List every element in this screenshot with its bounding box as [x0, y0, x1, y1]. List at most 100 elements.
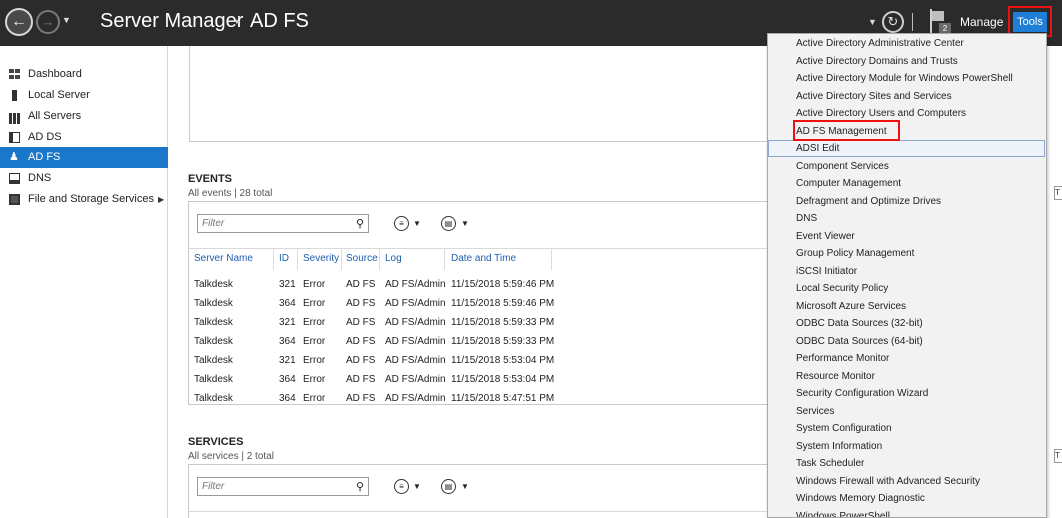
- list-options-chevron-down-icon[interactable]: ▼: [413, 219, 421, 228]
- services-filter-input[interactable]: Filter ⚲: [197, 477, 369, 496]
- save-query-chevron-down-icon[interactable]: ▼: [461, 219, 469, 228]
- dashboard-icon: [9, 69, 21, 80]
- cell-log: AD FS/Admin: [385, 317, 446, 328]
- column-header-source[interactable]: Source: [346, 253, 378, 264]
- breadcrumb-separator-icon: ▸: [236, 16, 241, 26]
- sidebar-item-dns[interactable]: DNS: [0, 168, 168, 189]
- sidebar: Dashboard Local Server All Servers AD DS…: [0, 46, 168, 518]
- back-arrow-icon[interactable]: ←: [5, 8, 33, 36]
- cell-source: AD FS: [346, 393, 376, 404]
- cell-log: AD FS/Admin: [385, 393, 446, 404]
- menu-item[interactable]: Group Policy Management: [796, 245, 914, 262]
- cell-log: AD FS/Admin: [385, 298, 446, 309]
- sidebar-item-dashboard[interactable]: Dashboard: [0, 64, 168, 85]
- list-options-icon[interactable]: ≡: [394, 479, 409, 494]
- menu-item[interactable]: Computer Management: [796, 175, 901, 192]
- sidebar-item-label: Local Server: [28, 89, 90, 101]
- menu-item[interactable]: Event Viewer: [796, 228, 855, 245]
- cell-date-time: 11/15/2018 5:53:04 PM: [451, 374, 555, 385]
- sidebar-item-local-server[interactable]: Local Server: [0, 85, 168, 106]
- menu-item[interactable]: Resource Monitor: [796, 368, 875, 385]
- menu-item[interactable]: Performance Monitor: [796, 350, 889, 367]
- dns-icon: [9, 173, 21, 184]
- sidebar-item-ad-fs[interactable]: ♟ AD FS: [0, 147, 168, 168]
- menu-item[interactable]: Windows Firewall with Advanced Security: [796, 473, 980, 490]
- expand-chevron-right-icon[interactable]: ▶: [158, 189, 164, 210]
- table-top-divider: [189, 248, 787, 249]
- adds-icon: [9, 132, 21, 143]
- app-title: Server Manager: [100, 10, 244, 32]
- save-query-icon[interactable]: ▤: [441, 479, 456, 494]
- cell-source: AD FS: [346, 317, 376, 328]
- menu-item-adsi-edit[interactable]: ADSI Edit: [796, 140, 839, 157]
- cell-severity: Error: [303, 317, 326, 328]
- menu-item[interactable]: Microsoft Azure Services: [796, 298, 906, 315]
- sidebar-item-file-and-storage[interactable]: File and Storage Services ▶: [0, 189, 168, 210]
- menu-item[interactable]: Windows PowerShell: [796, 508, 890, 518]
- refresh-icon[interactable]: ↻: [882, 11, 904, 33]
- tasks-edge-button[interactable]: T: [1054, 186, 1062, 200]
- cell-id: 364: [279, 374, 296, 385]
- notifications-flag-icon[interactable]: 2: [930, 9, 951, 35]
- menu-item[interactable]: Task Scheduler: [796, 455, 864, 472]
- menu-item[interactable]: Defragment and Optimize Drives: [796, 193, 941, 210]
- menu-item[interactable]: ODBC Data Sources (64-bit): [796, 333, 923, 350]
- cell-log: AD FS/Admin: [385, 374, 446, 385]
- menu-item[interactable]: Active Directory Domains and Trusts: [796, 53, 958, 70]
- services-section-title: SERVICES: [188, 436, 244, 448]
- column-separator: [341, 248, 342, 270]
- cell-server-name: Talkdesk: [194, 336, 233, 347]
- storage-icon: [9, 194, 21, 205]
- cell-log: AD FS/Admin: [385, 279, 446, 290]
- history-chevron-down-icon[interactable]: ▼: [62, 15, 71, 25]
- menu-item[interactable]: Active Directory Module for Windows Powe…: [796, 70, 1013, 87]
- menu-item[interactable]: DNS: [796, 210, 817, 227]
- events-filter-input[interactable]: Filter ⚲: [197, 214, 369, 233]
- save-query-icon[interactable]: ▤: [441, 216, 456, 231]
- column-header-date-and-time[interactable]: Date and Time: [451, 253, 516, 264]
- menu-item[interactable]: Security Configuration Wizard: [796, 385, 928, 402]
- cell-severity: Error: [303, 355, 326, 366]
- sidebar-item-label: File and Storage Services: [28, 193, 154, 205]
- menu-item[interactable]: Active Directory Administrative Center: [796, 35, 964, 52]
- cell-date-time: 11/15/2018 5:47:51 PM: [451, 393, 555, 404]
- sidebar-item-ad-ds[interactable]: AD DS: [0, 127, 168, 148]
- cell-source: AD FS: [346, 355, 376, 366]
- events-count-subtitle: All events | 28 total: [188, 188, 273, 199]
- menu-item[interactable]: iSCSI Initiator: [796, 263, 857, 280]
- services-count-subtitle: All services | 2 total: [188, 451, 274, 462]
- menu-item[interactable]: Local Security Policy: [796, 280, 888, 297]
- events-panel: Filter ⚲ ≡ ▼ ▤ ▼ Server Name ID Severity…: [188, 201, 788, 405]
- menu-item[interactable]: System Configuration: [796, 420, 892, 437]
- sidebar-item-label: DNS: [28, 172, 52, 184]
- search-icon[interactable]: ⚲: [356, 217, 364, 230]
- list-options-chevron-down-icon[interactable]: ▼: [413, 482, 421, 491]
- column-header-id[interactable]: ID: [279, 253, 289, 264]
- ad-fs-management-highlight-box: [793, 120, 900, 141]
- cell-severity: Error: [303, 298, 326, 309]
- menu-item[interactable]: ODBC Data Sources (32-bit): [796, 315, 923, 332]
- save-query-chevron-down-icon[interactable]: ▼: [461, 482, 469, 491]
- cell-server-name: Talkdesk: [194, 279, 233, 290]
- menu-item[interactable]: Windows Memory Diagnostic: [796, 490, 925, 507]
- sidebar-item-label: Dashboard: [28, 68, 82, 80]
- menu-item[interactable]: Active Directory Sites and Services: [796, 88, 952, 105]
- cell-date-time: 11/15/2018 5:59:33 PM: [451, 317, 555, 328]
- column-header-log[interactable]: Log: [385, 253, 402, 264]
- sidebar-item-all-servers[interactable]: All Servers: [0, 106, 168, 127]
- menu-item[interactable]: Component Services: [796, 158, 889, 175]
- servers-icon: [9, 111, 21, 124]
- column-header-severity[interactable]: Severity: [303, 253, 339, 264]
- refresh-dropdown-chevron-icon[interactable]: ▼: [868, 17, 877, 27]
- search-icon[interactable]: ⚲: [356, 480, 364, 493]
- menu-item[interactable]: System Information: [796, 438, 882, 455]
- adfs-icon: ♟: [9, 151, 19, 163]
- list-options-icon[interactable]: ≡: [394, 216, 409, 231]
- column-separator: [297, 248, 298, 270]
- manage-menu-button[interactable]: Manage: [960, 15, 1003, 29]
- menu-item[interactable]: Services: [796, 403, 834, 420]
- column-header-server-name[interactable]: Server Name: [194, 253, 253, 264]
- forward-arrow-icon[interactable]: →: [36, 10, 60, 34]
- cell-server-name: Talkdesk: [194, 355, 233, 366]
- tasks-edge-button[interactable]: T: [1054, 449, 1062, 463]
